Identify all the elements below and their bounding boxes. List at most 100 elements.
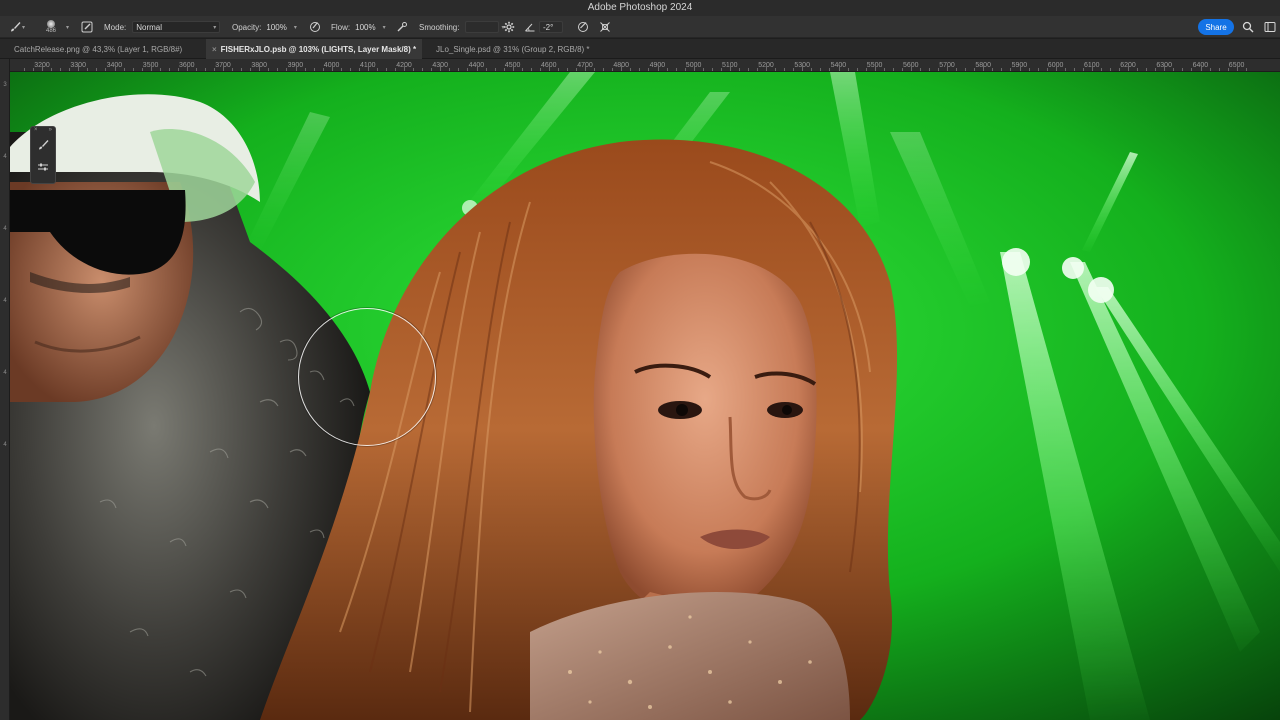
ruler-tick-mark: [856, 68, 858, 71]
brush-size-dropdown[interactable]: ▾: [66, 16, 69, 38]
flow-input[interactable]: 100%: [354, 21, 376, 33]
ruler-tick-mark: [277, 68, 279, 71]
smoothing-options-button[interactable]: [502, 16, 516, 38]
ruler-tick-label: 4: [3, 442, 7, 448]
document-tab-bar: CatchRelease.png @ 43,3% (Layer 1, RGB/8…: [0, 39, 1280, 59]
smoothing-input[interactable]: [465, 21, 500, 33]
brush-size-picker[interactable]: 486: [46, 16, 56, 38]
ruler-tick-mark: [594, 68, 596, 71]
ruler-tick-mark: [440, 65, 442, 71]
close-icon[interactable]: ×: [212, 45, 217, 54]
ruler-tick-mark: [304, 68, 306, 71]
vertical-ruler[interactable]: 3 4 4 4 4 4: [0, 72, 10, 720]
title-bar: Adobe Photoshop 2024: [0, 0, 1280, 16]
flow-value: 100%: [355, 22, 376, 32]
ruler-tick-mark: [585, 65, 587, 71]
collapse-icon[interactable]: »: [49, 127, 52, 135]
ruler-tick-mark: [793, 68, 795, 71]
ruler-tick-mark: [1164, 65, 1166, 71]
ruler-tick-mark: [748, 68, 749, 71]
airbrush-button[interactable]: [395, 16, 409, 38]
symmetry-button[interactable]: [598, 16, 612, 38]
horizontal-ruler[interactable]: 3200330034003500360037003800390040004100…: [10, 59, 1280, 72]
ruler-tick-mark: [965, 68, 967, 71]
tab-catchrelease[interactable]: CatchRelease.png @ 43,3% (Layer 1, RGB/8…: [8, 39, 188, 59]
floating-tool-panel[interactable]: × »: [30, 126, 56, 184]
mode-select[interactable]: Normal ▾: [132, 21, 221, 33]
opacity-value: 100%: [266, 22, 287, 32]
ruler-tick-mark: [720, 68, 722, 71]
ruler-tick-mark: [1137, 68, 1139, 71]
flow-group: Flow: 100% ▾: [331, 16, 386, 38]
ruler-tick-mark: [96, 68, 98, 71]
close-icon[interactable]: ×: [34, 127, 38, 135]
ruler-tick-mark: [422, 68, 424, 71]
ruler-tick-mark: [1119, 68, 1121, 71]
ruler-tick-mark: [648, 68, 650, 71]
mode-value: Normal: [136, 22, 163, 32]
ruler-tick-mark: [1019, 65, 1021, 71]
ruler-tick-mark: [992, 68, 994, 71]
tab-label: CatchRelease.png @ 43,3% (Layer 1, RGB/8…: [14, 44, 183, 54]
brush-tool-button[interactable]: [33, 137, 53, 157]
pressure-size-button[interactable]: [576, 16, 590, 38]
ruler-tick-mark: [539, 68, 541, 71]
options-bar: ▾ 486 ▾ Mode: Normal ▾ Opacity: 100% ▾ F…: [0, 16, 1280, 38]
ruler-tick-mark: [1010, 68, 1012, 71]
ruler-tick-mark: [1236, 65, 1238, 71]
ruler-tick-mark: [829, 68, 831, 71]
ruler-tick-mark: [557, 68, 559, 71]
ruler-tick-mark: [576, 68, 578, 71]
opacity-input[interactable]: 100%: [265, 21, 287, 33]
opacity-slider-toggle[interactable]: ▾: [294, 24, 297, 31]
tab-jlo-single[interactable]: JLo_Single.psd @ 31% (Group 2, RGB/8) *: [430, 39, 596, 59]
brush-angle-input[interactable]: -2°: [539, 21, 563, 33]
ruler-tick-mark: [250, 68, 252, 71]
panel-layout-button[interactable]: [1263, 16, 1277, 38]
adjust-tool-button[interactable]: [33, 159, 53, 179]
ruler-tick-mark: [114, 65, 116, 71]
ruler-tick-mark: [983, 65, 985, 71]
angle-icon: [523, 20, 537, 34]
brush-icon: [8, 20, 22, 34]
ruler-tick-mark: [1128, 65, 1130, 71]
ruler-tick-mark: [1173, 68, 1175, 71]
ruler-tick-mark: [938, 68, 940, 71]
brush-tip-icon: [47, 19, 55, 28]
ruler-tick-mark: [1155, 68, 1157, 71]
ruler-tick-mark: [1091, 65, 1093, 71]
ruler-tick-mark: [1046, 68, 1048, 71]
ruler-tick-mark: [530, 68, 532, 71]
search-button[interactable]: [1241, 16, 1255, 38]
mode-group: Mode: Normal ▾: [104, 16, 221, 38]
opacity-label: Opacity:: [232, 22, 262, 32]
ruler-tick-label: 4: [3, 226, 7, 232]
ruler-tick-mark: [205, 68, 206, 71]
ruler-tick-mark: [51, 68, 53, 71]
ruler-origin[interactable]: [0, 59, 10, 72]
pressure-opacity-button[interactable]: [308, 16, 322, 38]
ruler-tick-mark: [195, 68, 197, 71]
ruler-tick-mark: [159, 68, 161, 71]
ruler-tick-mark: [1082, 68, 1084, 71]
share-button[interactable]: Share: [1198, 19, 1234, 35]
brush-settings-button[interactable]: [80, 16, 94, 38]
ruler-tick-mark: [123, 68, 125, 71]
ruler-tick-mark: [376, 68, 378, 71]
ruler-tick-mark: [1218, 68, 1220, 71]
pressure-opacity-icon: [308, 20, 322, 34]
ruler-tick-mark: [947, 65, 949, 71]
ruler-tick-mark: [901, 68, 903, 71]
flow-slider-toggle[interactable]: ▾: [383, 24, 386, 31]
document-canvas[interactable]: [10, 72, 1280, 720]
ruler-tick-mark: [87, 68, 89, 71]
tab-fisherxjlo[interactable]: × FISHERxJLO.psb @ 103% (LIGHTS, Layer M…: [206, 39, 423, 59]
ruler-tick-mark: [286, 68, 288, 71]
ruler-tick-mark: [395, 68, 397, 71]
ruler-tick-mark: [567, 68, 568, 71]
ruler-tick-mark: [1200, 65, 1202, 71]
tool-preset-picker[interactable]: ▾: [8, 16, 25, 38]
ruler-tick-mark: [69, 68, 71, 71]
ruler-tick-mark: [24, 68, 25, 71]
ruler-tick-mark: [1037, 68, 1039, 71]
